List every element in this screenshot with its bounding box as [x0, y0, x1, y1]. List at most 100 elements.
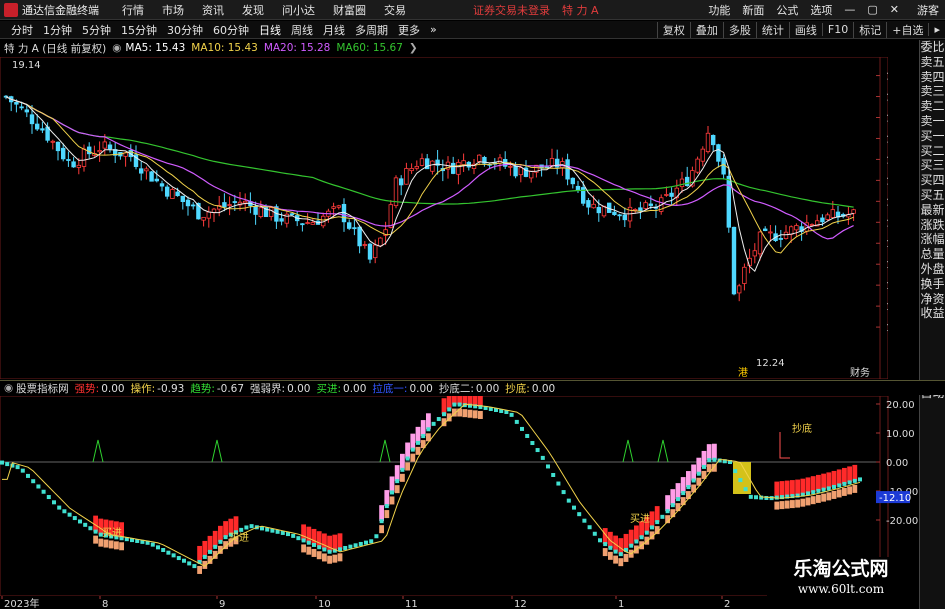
chevron-right-icon[interactable]: » — [425, 23, 442, 36]
period-monthly[interactable]: 月线 — [318, 22, 350, 38]
quote-panel-item[interactable]: 净资 — [920, 292, 945, 307]
candle-body — [529, 170, 534, 179]
period-multi[interactable]: 多周期 — [350, 22, 393, 38]
panel-toggle-icon[interactable]: ▸ — [928, 23, 945, 36]
minimize-icon[interactable]: — — [838, 3, 861, 16]
maximize-icon[interactable]: ▢ — [861, 3, 883, 16]
signal-annotation: 买进 — [630, 513, 650, 525]
menu-quotes[interactable]: 行情 — [113, 2, 153, 18]
oscillator-dot — [62, 509, 67, 514]
menu-wealth[interactable]: 财富圈 — [324, 2, 375, 18]
close-icon[interactable]: ✕ — [884, 3, 905, 16]
period-more[interactable]: 更多 — [393, 22, 425, 38]
price-tick-label: 18.00 — [886, 113, 888, 124]
menu-ask[interactable]: 问小达 — [273, 2, 324, 18]
menu-discover[interactable]: 发现 — [233, 2, 273, 18]
indicator-info-bar: ◉ 股票指标网 强势: 0.00 操作: -0.93 趋势: -0.67 强弱界: 0.00 买… — [0, 380, 945, 395]
quote-panel-item[interactable]: 买四 — [920, 173, 945, 188]
settings-icon[interactable]: ◉ — [112, 42, 121, 54]
oscillator-dot — [681, 491, 686, 496]
oscillator-dot — [556, 481, 561, 486]
candle-body — [716, 144, 721, 162]
signal-block — [197, 565, 202, 574]
f10-button[interactable]: F10 — [821, 23, 853, 36]
statistics-button[interactable]: 统计 — [755, 21, 789, 38]
candle-body — [102, 141, 107, 149]
quote-panel-item[interactable]: 卖五 — [920, 55, 945, 70]
quote-panel-item[interactable]: 卖三 — [920, 84, 945, 99]
restore-rights-button[interactable]: 复权 — [656, 21, 690, 38]
indicator-item: 趋势: -0.67 — [190, 382, 245, 395]
period-weekly[interactable]: 周线 — [286, 22, 318, 38]
overlay-button[interactable]: 叠加 — [689, 21, 723, 38]
expand-icon[interactable]: ❯ — [409, 42, 418, 54]
oscillator-dot — [852, 478, 857, 483]
menu-trade[interactable]: 交易 — [375, 2, 415, 18]
quote-panel-item[interactable]: 买五 — [920, 188, 945, 203]
candle-body — [81, 148, 87, 167]
candlestick-chart[interactable]: 19.00 18.50 18.00 17.50 17.00 16.50 16.00 15.50… — [0, 57, 888, 379]
period-30min[interactable]: 30分钟 — [162, 22, 208, 38]
period-daily[interactable]: 日线 — [254, 22, 286, 38]
add-favorite-button[interactable]: +自选 — [886, 21, 928, 38]
candle-body — [549, 158, 555, 166]
menu-options[interactable]: 选项 — [804, 2, 838, 18]
signal-block — [316, 551, 322, 560]
menu-function[interactable]: 功能 — [702, 2, 736, 18]
quote-panel-item[interactable]: 涨幅 — [920, 232, 945, 247]
oscillator-dot — [421, 434, 426, 439]
quote-panel-item[interactable]: 外盘 — [920, 262, 945, 277]
candle-body — [700, 148, 705, 162]
quote-panel-item[interactable]: 买三 — [920, 158, 945, 173]
period-1min[interactable]: 1分钟 — [38, 22, 77, 38]
candle-body — [357, 226, 362, 247]
quote-panel-item[interactable]: 收益 — [920, 306, 945, 321]
quote-panel-item[interactable]: 买二 — [920, 144, 945, 159]
period-60min[interactable]: 60分钟 — [208, 22, 254, 38]
menu-formula[interactable]: 公式 — [770, 2, 804, 18]
chart-title: 特 力 A (日线 前复权) — [4, 42, 107, 55]
quote-panel-item[interactable]: 换手 — [920, 277, 945, 292]
quote-panel-item[interactable]: 最新 — [920, 203, 945, 218]
oscillator-dot — [826, 486, 831, 491]
settings-icon[interactable]: ◉ — [4, 382, 13, 394]
oscillator-dot — [208, 549, 212, 554]
mark-button[interactable]: 标记 — [853, 21, 886, 38]
menu-new-page[interactable]: 新面 — [736, 2, 770, 18]
candle-body — [300, 223, 305, 226]
quote-panel-item[interactable]: 买一 — [920, 129, 945, 144]
oscillator-dot — [509, 412, 514, 417]
candle-body — [695, 158, 700, 173]
signal-block — [686, 491, 691, 500]
login-warning[interactable]: 证券交易未登录 — [467, 2, 556, 18]
ma10-label: MA10: 15.43 — [191, 42, 258, 54]
quote-panel-item[interactable]: 卖四 — [920, 70, 945, 85]
oscillator-dot — [46, 495, 51, 500]
period-5min[interactable]: 5分钟 — [77, 22, 116, 38]
signal-block — [784, 480, 790, 497]
oscillator-dot — [426, 427, 431, 432]
menu-market[interactable]: 市场 — [153, 2, 193, 18]
signal-block — [337, 553, 343, 562]
watermark-url: www.60lt.com — [797, 582, 885, 596]
menu-news[interactable]: 资讯 — [193, 2, 233, 18]
oscillator-dot — [395, 479, 400, 484]
oscillator-dot — [400, 467, 405, 472]
oscillator-dot — [374, 534, 379, 539]
oscillator-dot — [72, 516, 77, 521]
guest-label[interactable]: 游客 — [905, 2, 945, 18]
period-tick[interactable]: 分时 — [6, 22, 38, 38]
candle-body — [612, 211, 617, 216]
quote-panel-item[interactable]: 卖二 — [920, 99, 945, 114]
candle-body — [461, 160, 466, 166]
finance-label[interactable]: 财务 — [850, 366, 870, 379]
multi-stock-button[interactable]: 多股 — [722, 21, 756, 38]
draw-line-button[interactable]: 画线 — [788, 21, 822, 38]
quote-panel-item[interactable]: 委比 — [920, 40, 945, 55]
quote-panel-item[interactable]: 卖一 — [920, 114, 945, 129]
candle-body — [414, 166, 419, 169]
quote-panel-item[interactable]: 总量 — [920, 247, 945, 262]
oscillator-dot — [244, 525, 249, 530]
quote-panel-item[interactable]: 涨跌 — [920, 218, 945, 233]
period-15min[interactable]: 15分钟 — [116, 22, 162, 38]
